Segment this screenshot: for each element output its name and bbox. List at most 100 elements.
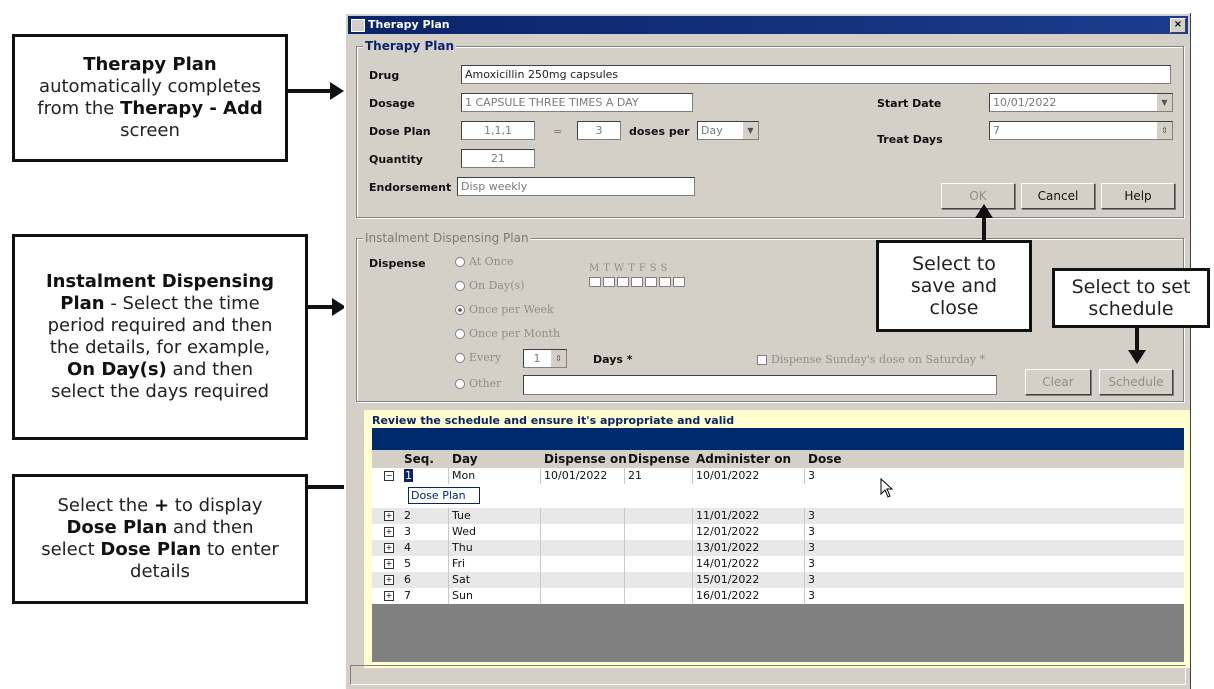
col-day[interactable]: Day [452, 452, 478, 466]
expand-icon[interactable]: + [384, 511, 394, 521]
doses-per-label: doses per [629, 125, 690, 138]
therapy-plan-group: Therapy Plan Drug Amoxicillin 250mg caps… [356, 39, 1184, 218]
callout-text: details [130, 561, 190, 582]
callout-text: Plan - Select the time [60, 293, 260, 314]
start-date-field[interactable]: 10/01/2022 ▼ [989, 93, 1173, 112]
expand-icon[interactable]: + [384, 559, 394, 569]
table-row[interactable]: − 1 Mon 10/01/2022 21 10/01/2022 3 [372, 468, 1184, 484]
callout-text: automatically completes [39, 76, 261, 97]
quantity-field[interactable]: 21 [461, 149, 535, 168]
day-checkbox[interactable] [603, 277, 615, 287]
callout-text: Select to set [1071, 276, 1191, 298]
close-icon[interactable]: × [1170, 18, 1186, 33]
treat-days-label: Treat Days [877, 133, 943, 146]
once-month-radio[interactable]: Once per Month [455, 327, 560, 340]
callout-heading: Therapy Plan [83, 54, 217, 75]
table-row[interactable]: + 2 Tue 11/01/2022 3 [372, 508, 1184, 524]
day-checkbox[interactable] [617, 277, 629, 287]
col-dose[interactable]: Dose [808, 452, 842, 466]
once-week-radio[interactable]: Once per Week [455, 303, 554, 316]
every-radio[interactable]: Every [455, 351, 501, 364]
col-dispense-on[interactable]: Dispense on [544, 452, 627, 466]
expand-icon[interactable]: + [384, 575, 394, 585]
day-checkbox[interactable] [589, 277, 601, 287]
day-checkbox[interactable] [659, 277, 671, 287]
callout-arrow [308, 298, 346, 316]
doses-field[interactable]: 3 [577, 121, 621, 140]
title-bar: Therapy Plan × [348, 16, 1188, 34]
treat-days-field[interactable]: 7 ⇕ [989, 121, 1173, 140]
callout-arrow [1128, 328, 1146, 364]
callout-text: the details, for example, [49, 337, 271, 358]
dose-plan-callout: Select the + to display Dose Plan and th… [12, 474, 308, 604]
per-select[interactable]: Day ▼ [697, 121, 759, 140]
at-once-radio[interactable]: At Once [455, 255, 513, 268]
ok-callout: Select to save and close [876, 240, 1032, 332]
callout-text: select Dose Plan to enter [41, 539, 279, 560]
table-row[interactable]: + 4 Thu 13/01/2022 3 [372, 540, 1184, 556]
drug-field[interactable]: Amoxicillin 250mg capsules [461, 65, 1171, 84]
dosage-field[interactable]: 1 CAPSULE THREE TIMES A DAY [461, 93, 693, 112]
clear-button[interactable]: Clear [1025, 369, 1091, 395]
dosage-label: Dosage [369, 97, 415, 110]
status-bar [350, 665, 1186, 685]
schedule-callout: Select to set schedule [1052, 268, 1210, 328]
instalment-callout: Instalment Dispensing Plan - Select the … [12, 234, 308, 440]
grid-band [372, 428, 1184, 450]
group-title: Instalment Dispensing Plan [363, 231, 531, 245]
day-checkbox[interactable] [631, 277, 643, 287]
every-spinner[interactable]: 1 ⇕ [523, 349, 567, 368]
endorsement-label: Endorsement [369, 181, 452, 194]
callout-text: close [929, 297, 979, 319]
col-administer-on[interactable]: Administer on [696, 452, 791, 466]
table-row[interactable]: + 3 Wed 12/01/2022 3 [372, 524, 1184, 540]
review-title: Review the schedule and ensure it's appr… [372, 414, 735, 427]
table-row[interactable]: + 6 Sat 15/01/2022 3 [372, 572, 1184, 588]
days-label: Days * [593, 353, 633, 366]
on-days-radio[interactable]: On Day(s) [455, 279, 524, 292]
table-row[interactable]: + 7 Sun 16/01/2022 3 [372, 588, 1184, 604]
chevron-down-icon[interactable]: ▼ [742, 122, 758, 139]
other-field[interactable] [523, 375, 997, 395]
callout-text: Select the + to display [57, 495, 263, 516]
dose-plan-link[interactable]: Dose Plan [408, 487, 480, 504]
review-panel: Review the schedule and ensure it's appr… [364, 410, 1190, 668]
table-row[interactable]: + 5 Fri 14/01/2022 3 [372, 556, 1184, 572]
callout-text: On Day(s) and then [66, 359, 254, 380]
sunday-checkbox[interactable]: Dispense Sunday's dose on Saturday * [757, 353, 985, 366]
callout-text: Dose Plan and then [66, 517, 254, 538]
callout-arrow [975, 204, 993, 242]
equals-sign: = [553, 125, 563, 138]
callout-text: Select to [912, 253, 996, 275]
dose-plan-label: Dose Plan [369, 125, 431, 138]
expand-icon[interactable]: + [384, 543, 394, 553]
collapse-icon[interactable]: − [384, 471, 394, 481]
window-title: Therapy Plan [368, 18, 450, 31]
other-radio[interactable]: Other [455, 377, 501, 390]
endorsement-field[interactable]: Disp weekly [457, 177, 695, 196]
day-checkbox[interactable] [645, 277, 657, 287]
help-button[interactable]: Help [1101, 183, 1175, 209]
therapy-plan-callout: Therapy Plan automatically completes fro… [12, 34, 288, 162]
expand-icon[interactable]: + [384, 527, 394, 537]
dose-plan-field[interactable]: 1,1,1 [461, 121, 535, 140]
schedule-button[interactable]: Schedule [1099, 369, 1173, 395]
app-icon [351, 19, 365, 32]
start-date-label: Start Date [877, 97, 942, 110]
spinner-icon[interactable]: ⇕ [1156, 122, 1172, 139]
expand-icon[interactable]: + [384, 591, 394, 601]
col-seq[interactable]: Seq. [404, 452, 434, 466]
cancel-button[interactable]: Cancel [1021, 183, 1095, 209]
chevron-down-icon[interactable]: ▼ [1156, 94, 1172, 111]
callout-arrow [288, 82, 344, 100]
callout-text: save and [910, 275, 998, 297]
day-letters: MTWTFSS [589, 263, 672, 274]
col-dispense[interactable]: Dispense [628, 452, 690, 466]
callout-text: screen [120, 120, 180, 141]
day-checkbox[interactable] [673, 277, 685, 287]
dose-plan-row: Dose Plan [372, 478, 1184, 508]
callout-text: from the Therapy - Add [37, 98, 263, 119]
therapy-plan-window: Therapy Plan × Therapy Plan Drug Amoxici… [344, 12, 1190, 689]
group-title: Therapy Plan [363, 39, 457, 53]
spinner-icon[interactable]: ⇕ [550, 350, 566, 367]
